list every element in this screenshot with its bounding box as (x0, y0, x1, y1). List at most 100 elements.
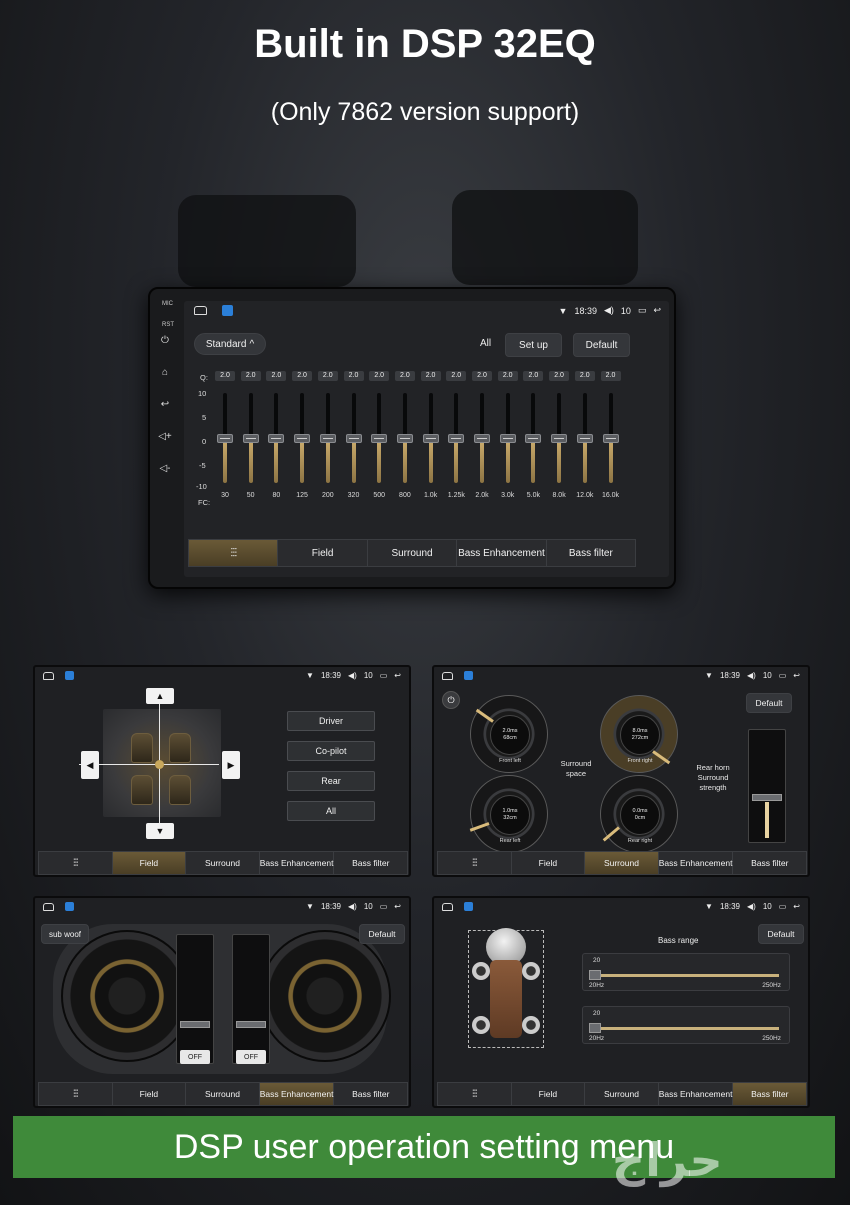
band-q-value[interactable]: 2.0 (549, 371, 570, 381)
dial-front-right[interactable]: 8.0ms 272cm Front right (600, 695, 678, 773)
bass-gain-slider-right[interactable] (232, 934, 270, 1064)
copilot-button[interactable]: Co-pilot (287, 741, 375, 761)
recent-apps-icon[interactable]: ▭ (779, 902, 787, 911)
default-button[interactable]: Default (746, 693, 792, 713)
tab-bass-filter[interactable]: Bass filter (733, 852, 806, 874)
home-icon[interactable]: ⌂ (158, 367, 172, 378)
band-thumb[interactable] (576, 434, 593, 443)
recent-apps-icon[interactable]: ▭ (779, 671, 787, 680)
tab-bass-enhancement[interactable]: Bass Enhancement (260, 852, 335, 874)
back-arrow-icon[interactable]: ↩ (394, 671, 401, 680)
band-q-value[interactable]: 2.0 (523, 371, 544, 381)
surround-strength-slider[interactable] (748, 729, 786, 843)
tab-bass-filter[interactable]: Bass filter (334, 852, 407, 874)
preset-dropdown[interactable]: Standard ^ (194, 333, 266, 355)
recent-apps-icon[interactable]: ▭ (380, 671, 388, 680)
tab-eq[interactable]: ⫶⫶⫶ (438, 852, 512, 874)
arrow-left-button[interactable]: ◀ (81, 751, 99, 779)
band-thumb[interactable] (242, 434, 259, 443)
band-q-value[interactable]: 2.0 (394, 371, 415, 381)
recent-apps-icon[interactable]: ▭ (380, 902, 388, 911)
tab-surround[interactable]: Surround (368, 540, 458, 566)
back-arrow-icon[interactable]: ↩ (793, 671, 800, 680)
tab-field[interactable]: Field (112, 852, 187, 874)
back-arrow-icon[interactable]: ↩ (653, 305, 661, 316)
eq-band[interactable]: 2.0 200 (317, 371, 338, 511)
band-thumb[interactable] (371, 434, 388, 443)
eq-band[interactable]: 2.0 125 (292, 371, 313, 511)
eq-band[interactable]: 2.0 8.0k (549, 371, 570, 511)
band-q-value[interactable]: 2.0 (317, 371, 338, 381)
band-q-value[interactable]: 2.0 (369, 371, 390, 381)
eq-band[interactable]: 2.0 5.0k (523, 371, 544, 511)
rst-label[interactable]: RST (162, 322, 174, 328)
recent-apps-icon[interactable]: ▭ (638, 305, 647, 316)
subwoof-button[interactable]: sub woof (41, 924, 89, 944)
home-icon[interactable] (442, 903, 453, 911)
off-toggle-left[interactable]: OFF (180, 1050, 210, 1064)
app-icon[interactable] (65, 671, 74, 680)
rear-button[interactable]: Rear (287, 771, 375, 791)
home-icon[interactable] (442, 672, 453, 680)
band-thumb[interactable] (474, 434, 490, 443)
eq-band[interactable]: 2.0 320 (343, 371, 364, 511)
tab-bass-filter[interactable]: Bass filter (547, 540, 635, 566)
band-q-value[interactable]: 2.0 (420, 371, 441, 381)
eq-band[interactable]: 2.0 80 (266, 371, 287, 511)
all-label[interactable]: All (480, 338, 491, 349)
home-icon[interactable] (194, 306, 207, 315)
band-q-value[interactable]: 2.0 (497, 371, 518, 381)
band-q-value[interactable]: 2.0 (574, 371, 595, 381)
band-thumb[interactable] (217, 434, 233, 443)
tab-field[interactable]: Field (512, 1083, 586, 1105)
eq-band[interactable]: 2.0 1.0k (420, 371, 441, 511)
power-icon[interactable]: ⏻ (158, 335, 172, 346)
band-thumb[interactable] (294, 434, 311, 443)
volume-up-icon[interactable]: ◁+ (158, 431, 172, 442)
power-toggle-icon[interactable]: ⏻ (442, 691, 460, 709)
back-arrow-icon[interactable]: ↩ (394, 902, 401, 911)
slider-thumb[interactable] (589, 970, 601, 980)
back-arrow-icon[interactable]: ↩ (793, 902, 800, 911)
tab-bass-filter[interactable]: Bass filter (733, 1083, 807, 1105)
slider-thumb[interactable] (236, 1021, 266, 1028)
tab-eq[interactable]: ⫶⫶⫶ (438, 1083, 512, 1105)
setup-button[interactable]: Set up (505, 333, 562, 357)
eq-band[interactable]: 2.0 500 (369, 371, 390, 511)
arrow-down-button[interactable]: ▼ (146, 823, 174, 839)
bass-range-slider-1[interactable]: 20 20Hz 250Hz (582, 953, 790, 991)
bass-gain-slider-left[interactable] (176, 934, 214, 1064)
eq-band[interactable]: 2.0 3.0k (497, 371, 518, 511)
bass-range-slider-2[interactable]: 20 20Hz 250Hz (582, 1006, 790, 1044)
dial-rear-left[interactable]: 1.0ms 32cm Rear left (469, 775, 548, 853)
band-q-value[interactable]: 2.0 (292, 371, 313, 381)
arrow-up-button[interactable]: ▲ (146, 688, 174, 704)
band-thumb[interactable] (422, 434, 439, 443)
default-button[interactable]: Default (758, 924, 804, 944)
band-thumb[interactable] (525, 434, 542, 443)
band-thumb[interactable] (499, 434, 516, 443)
tab-field[interactable]: Field (512, 852, 586, 874)
band-q-value[interactable]: 2.0 (343, 371, 364, 381)
tab-bass-enhancement[interactable]: Bass Enhancement (457, 540, 547, 566)
band-q-value[interactable]: 2.0 (266, 371, 287, 381)
band-thumb[interactable] (602, 434, 619, 443)
tab-eq[interactable]: ⫶⫶⫶ (189, 540, 279, 566)
tab-field[interactable]: Field (113, 1083, 187, 1105)
app-icon[interactable] (464, 902, 473, 911)
home-icon[interactable] (43, 672, 54, 680)
band-q-value[interactable]: 2.0 (600, 371, 621, 381)
band-q-value[interactable]: 2.0 (472, 371, 492, 381)
band-q-value[interactable]: 2.0 (240, 371, 261, 381)
dial-front-left[interactable]: 2.0ms 68cm Front left (470, 695, 548, 773)
band-thumb[interactable] (551, 434, 568, 443)
tab-bass-enhancement[interactable]: Bass Enhancement (659, 852, 734, 874)
tab-surround[interactable]: Surround (186, 1083, 260, 1105)
tab-surround[interactable]: Surround (585, 852, 659, 874)
back-icon[interactable]: ↩ (158, 399, 172, 410)
eq-band[interactable]: 2.0 800 (394, 371, 415, 511)
app-icon[interactable] (464, 671, 473, 680)
off-toggle-right[interactable]: OFF (236, 1050, 266, 1064)
band-q-value[interactable]: 2.0 (446, 371, 467, 381)
band-thumb[interactable] (345, 434, 362, 443)
